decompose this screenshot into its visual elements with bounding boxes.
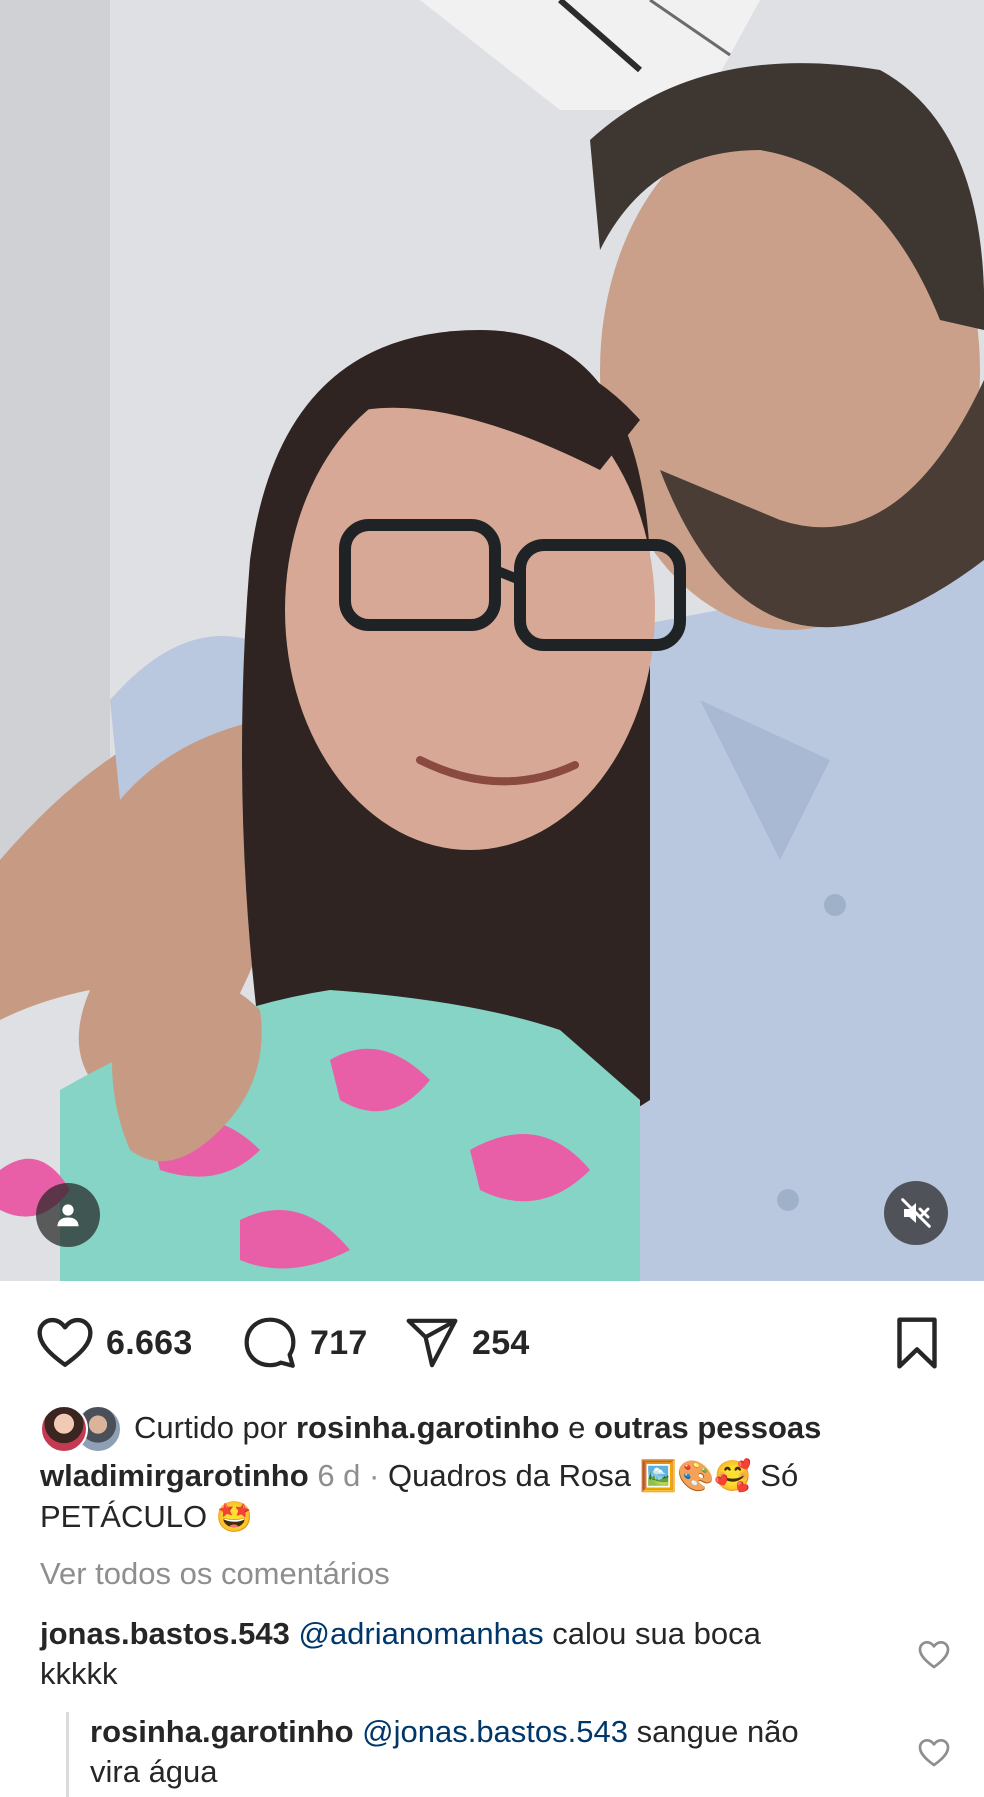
comment-mention[interactable]: @adrianomanhas (298, 1616, 543, 1651)
share-button[interactable]: 254 (404, 1308, 530, 1378)
paper-plane-icon (406, 1318, 458, 1368)
save-button[interactable] (892, 1308, 942, 1378)
person-icon (57, 1204, 79, 1227)
caption-separator: · (369, 1458, 380, 1493)
post-caption: wladimirgarotinho 6 d · Quadros da Rosa … (40, 1456, 950, 1538)
speaker-muted-icon (901, 1198, 931, 1228)
caption-text: Quadros da Rosa (388, 1458, 631, 1493)
avatar (40, 1405, 88, 1453)
liked-by-prefix: Curtido por (134, 1410, 288, 1445)
post-media[interactable] (0, 0, 984, 1281)
liked-by-avatars (40, 1403, 124, 1453)
liked-by-user[interactable]: rosinha.garotinho (296, 1410, 560, 1446)
liked-by-line[interactable]: Curtido por rosinha.garotinho e outras p… (40, 1400, 821, 1456)
mute-button[interactable] (884, 1181, 948, 1245)
liked-by-joiner: e (568, 1410, 586, 1445)
heart-icon (37, 1317, 93, 1367)
caption-author[interactable]: wladimirgarotinho (40, 1458, 309, 1493)
comment-bubble-icon (244, 1317, 296, 1368)
bookmark-icon (897, 1317, 937, 1369)
comment-like-heart-icon[interactable] (918, 1738, 950, 1768)
like-button[interactable]: 6.663 (36, 1308, 193, 1378)
post-photo (0, 0, 984, 1281)
user-tag-button[interactable] (36, 1183, 100, 1247)
comment-mention[interactable]: @jonas.bastos.543 (362, 1714, 628, 1749)
likes-count: 6.663 (106, 1323, 193, 1362)
comment-button[interactable]: 717 (242, 1308, 368, 1378)
reply-thread-line (66, 1712, 69, 1797)
caption-emojis: 🖼️🎨🥰 (639, 1459, 752, 1494)
shares-count: 254 (472, 1323, 530, 1362)
post-actions-bar: 6.663 717 254 (0, 1308, 984, 1378)
comment-reply-item: rosinha.garotinho @jonas.bastos.543 sang… (90, 1712, 850, 1792)
comments-count: 717 (310, 1323, 368, 1362)
post-time: 6 d (317, 1458, 361, 1493)
comment-like-heart-icon[interactable] (918, 1640, 950, 1670)
view-all-comments-link[interactable]: Ver todos os comentários (40, 1556, 390, 1592)
comment-item: jonas.bastos.543 @adrianomanhas calou su… (40, 1614, 830, 1694)
caption-end-emoji: 🤩 (215, 1500, 254, 1535)
liked-by-others[interactable]: outras pessoas (594, 1410, 821, 1446)
comment-author[interactable]: jonas.bastos.543 (40, 1616, 290, 1651)
comment-author[interactable]: rosinha.garotinho (90, 1714, 354, 1749)
